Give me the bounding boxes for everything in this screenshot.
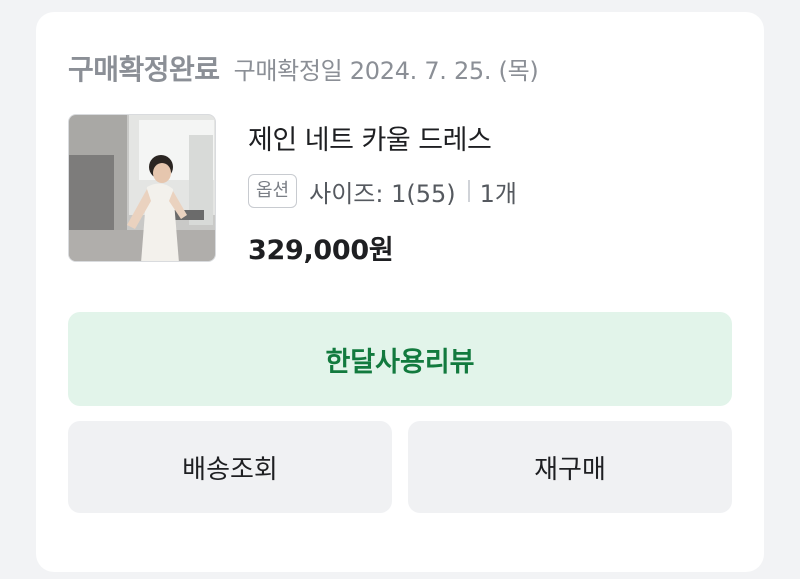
product-name[interactable]: 제인 네트 카울 드레스 — [248, 118, 492, 157]
option-divider — [467, 180, 470, 202]
track-shipping-button[interactable]: 배송조회 — [68, 421, 392, 513]
monthly-review-button[interactable]: 한달사용리뷰 — [68, 312, 732, 406]
option-badge: 옵션 — [248, 174, 298, 208]
order-status-row: 구매확정완료 구매확정일 2024. 7. 25. (목) — [68, 48, 539, 88]
product-photo — [69, 115, 215, 261]
order-status: 구매확정완료 — [68, 53, 220, 86]
confirmed-date: 구매확정일 2024. 7. 25. (목) — [233, 56, 539, 85]
reorder-button[interactable]: 재구매 — [408, 421, 732, 513]
option-text: 사이즈: 1(55) — [309, 179, 456, 208]
product-price: 329,000원 — [248, 235, 394, 266]
product-image[interactable] — [68, 114, 216, 262]
quantity: 1개 — [479, 179, 517, 208]
product-option-row: 옵션 사이즈: 1(55) 1개 — [248, 171, 517, 211]
